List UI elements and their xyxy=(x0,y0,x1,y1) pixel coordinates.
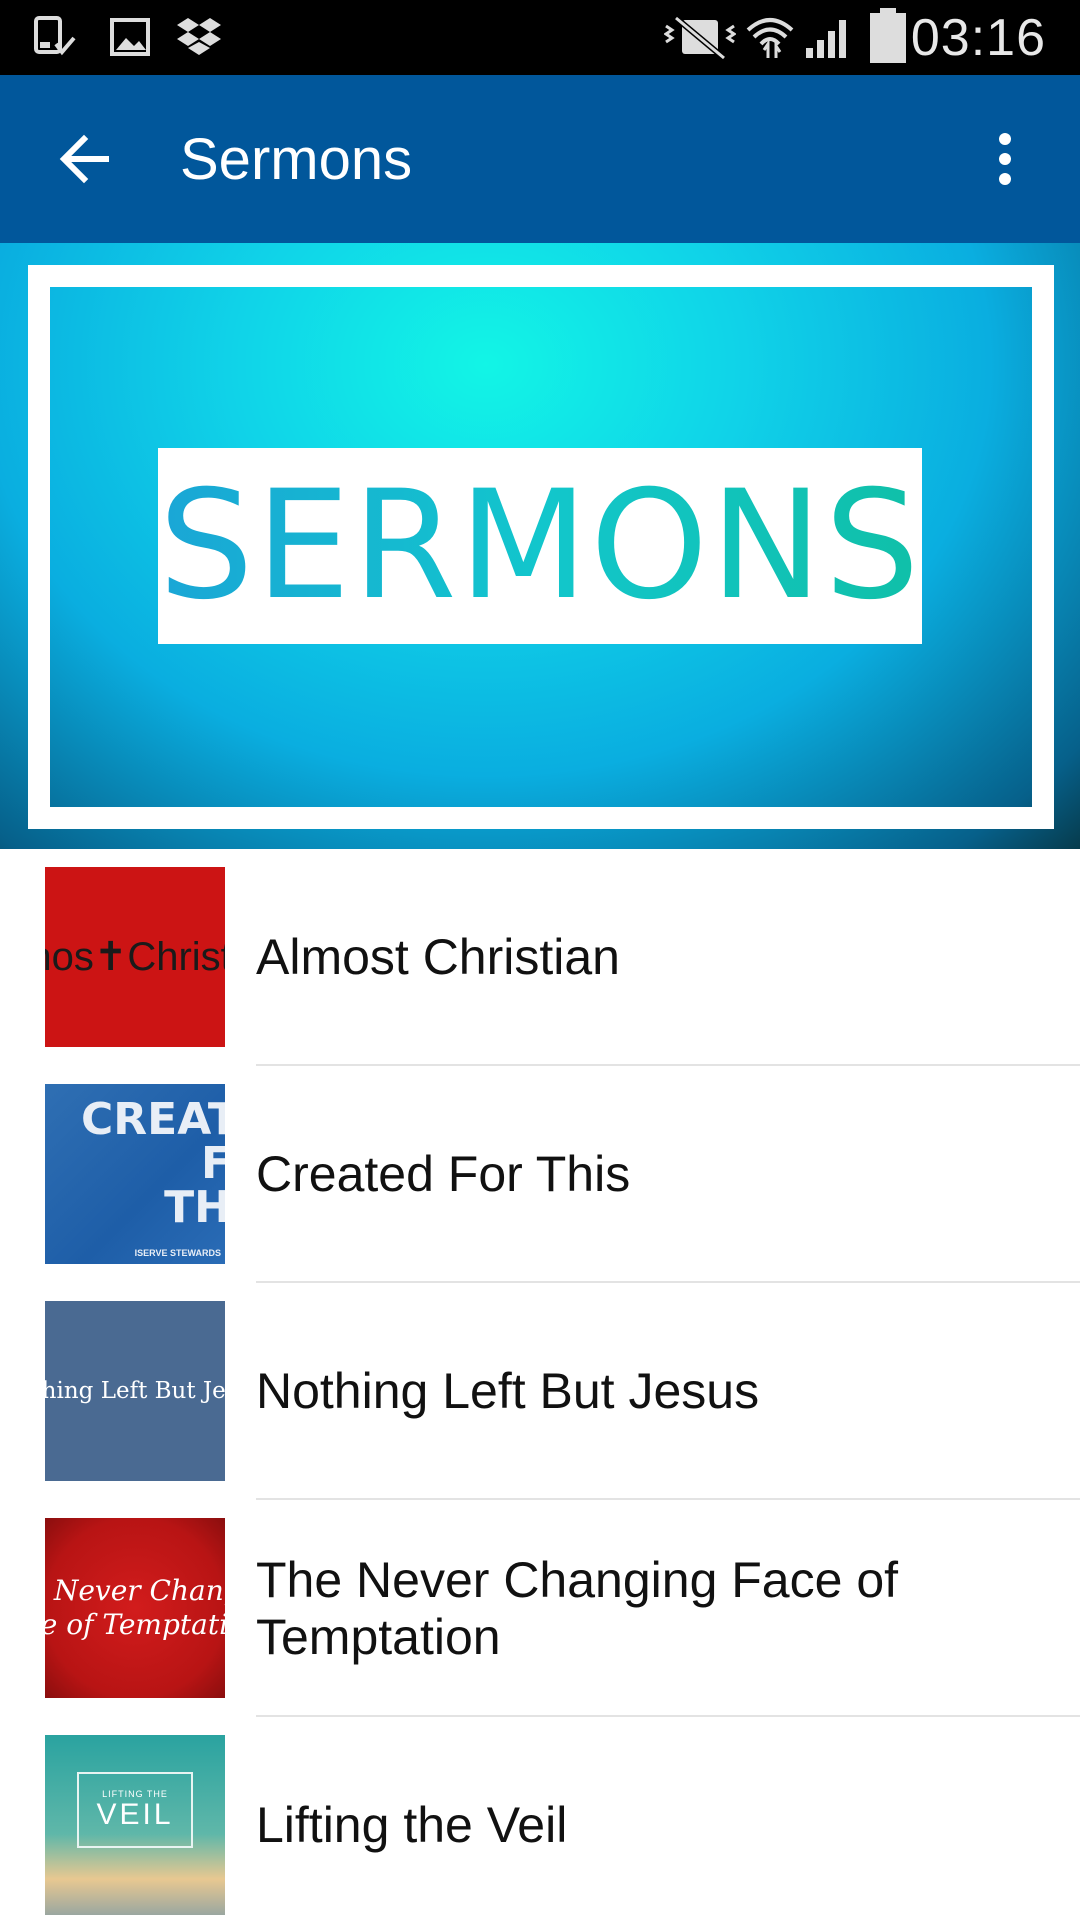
thumbnail-text: thing Left But Jes xyxy=(45,1378,225,1404)
thumbnail-text-line-2: ce of Temptatio xyxy=(45,1608,225,1641)
image-icon xyxy=(110,18,150,56)
sermon-title: Created For This xyxy=(256,1146,631,1202)
signal-icon xyxy=(806,20,846,58)
sermon-list: nos✝Christi Almost Christian CREAT F TH … xyxy=(0,849,1080,1920)
sermon-thumbnail: CREAT F TH ISERVE STEWARDS xyxy=(45,1084,225,1264)
thumbnail-title-box: LIFTING THE VEIL xyxy=(77,1772,193,1848)
sermons-banner: SERMONS xyxy=(0,243,1080,849)
overflow-menu-icon xyxy=(999,133,1011,185)
thumbnail-text: CREAT F TH xyxy=(81,1094,225,1233)
sermon-thumbnail: nos✝Christi xyxy=(45,867,225,1047)
list-item[interactable]: CREAT F TH ISERVE STEWARDS Created For T… xyxy=(0,1066,1080,1283)
sermon-thumbnail: e Never Chang ce of Temptatio xyxy=(45,1518,225,1698)
list-item[interactable]: nos✝Christi Almost Christian xyxy=(0,849,1080,1066)
download-complete-icon xyxy=(34,16,76,56)
sermon-thumbnail: LIFTING THE VEIL xyxy=(45,1735,225,1915)
thumbnail-subtext: ISERVE STEWARDS xyxy=(134,1248,221,1258)
list-item[interactable]: thing Left But Jes Nothing Left But Jesu… xyxy=(0,1283,1080,1500)
sermon-thumbnail: thing Left But Jes xyxy=(45,1301,225,1481)
banner-title: SERMONS xyxy=(158,459,922,633)
list-item[interactable]: LIFTING THE VEIL Lifting the Veil xyxy=(0,1717,1080,1920)
vibrate-icon xyxy=(664,15,736,60)
thumbnail-text-line-2: VEIL xyxy=(96,1798,174,1831)
battery-icon xyxy=(870,8,906,63)
app-bar: Sermons xyxy=(0,75,1080,243)
status-bar: 03:16 xyxy=(0,0,1080,75)
sermon-title: The Never Changing Face of Temptation xyxy=(256,1551,899,1665)
arrow-left-icon xyxy=(59,134,109,184)
overflow-menu-button[interactable] xyxy=(970,119,1040,199)
sermon-title: Lifting the Veil xyxy=(256,1797,568,1853)
page-title: Sermons xyxy=(180,127,413,192)
thumbnail-text: nos✝Christi xyxy=(45,935,225,979)
sermon-title: Nothing Left But Jesus xyxy=(256,1363,760,1419)
list-item[interactable]: e Never Chang ce of Temptatio The Never … xyxy=(0,1500,1080,1717)
dropbox-icon xyxy=(177,18,221,55)
banner-plate: SERMONS xyxy=(158,448,922,644)
clock: 03:16 xyxy=(910,9,1046,67)
thumbnail-text-line-1: e Never Chang xyxy=(45,1574,225,1607)
sermon-title: Almost Christian xyxy=(256,929,620,985)
back-button[interactable] xyxy=(44,119,124,199)
wifi-icon xyxy=(746,18,794,58)
